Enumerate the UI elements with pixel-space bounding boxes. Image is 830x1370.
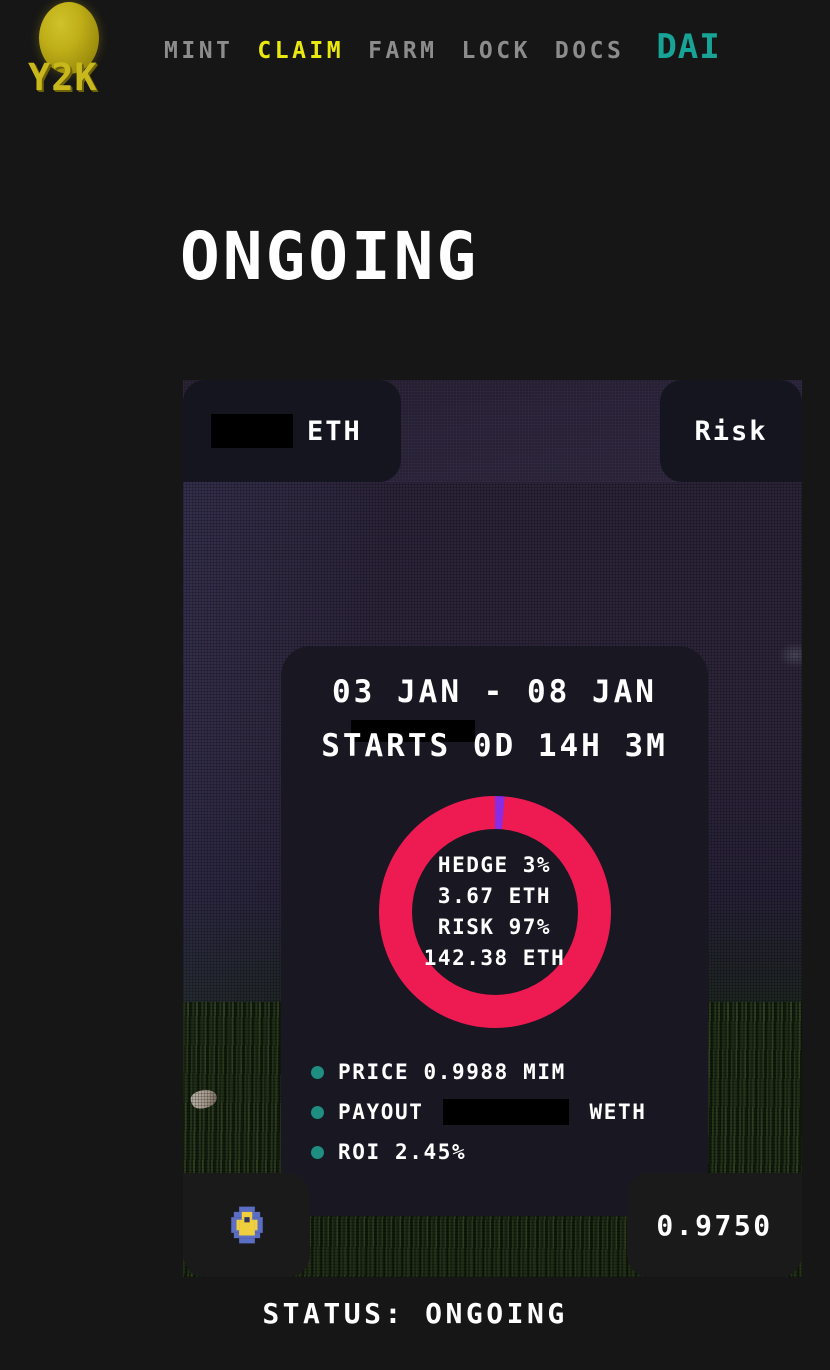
market-card: ETH Risk 03 JAN - 08 JAN STARTS 0D 14H 3…	[183, 380, 802, 1277]
status-badge: STATUS: ONGOING	[262, 1297, 568, 1330]
countdown-text: STARTS 0D 14H 3M	[321, 728, 668, 764]
donut-line-risk-amount: 142.38 ETH	[423, 946, 566, 970]
hedge-risk-donut-chart: HEDGE 3% 3.67 ETH RISK 97% 142.38 ETH	[378, 796, 611, 1028]
current-price-value: 0.9750	[656, 1208, 773, 1242]
stat-roi-label: ROI 2.45%	[338, 1140, 467, 1164]
date-range: 03 JAN - 08 JAN	[332, 674, 657, 710]
tab-risk[interactable]: Risk	[660, 380, 802, 482]
nav-item-mint[interactable]: MINT	[164, 36, 257, 66]
stat-payout-label: PAYOUT	[338, 1100, 424, 1124]
main-nav: MINT CLAIM FARM LOCK DOCS DAI	[164, 30, 721, 66]
tab-eth[interactable]: ETH	[183, 380, 401, 482]
bullet-dot-icon	[311, 1105, 324, 1119]
market-stats-list: PRICE 0.9988 MIM PAYOUT WETH ROI 2.45%	[311, 1059, 646, 1165]
nav-item-dai[interactable]: DAI	[656, 30, 720, 64]
page-title: ONGOING	[180, 218, 480, 295]
bullet-dot-icon	[311, 1065, 324, 1079]
mim-token-icon	[230, 1206, 263, 1244]
countdown-wrapper: STARTS 0D 14H 3M	[281, 720, 708, 764]
card-tab-row: ETH Risk	[183, 380, 802, 482]
tab-risk-label: Risk	[694, 415, 768, 447]
token-badge[interactable]	[183, 1173, 310, 1277]
card-body: 03 JAN - 08 JAN STARTS 0D 14H 3M HEDGE 3…	[183, 482, 802, 1277]
nav-item-lock[interactable]: LOCK	[462, 36, 555, 66]
top-header: Y2K MINT CLAIM FARM LOCK DOCS DAI	[0, 0, 830, 102]
nav-item-claim[interactable]: CLAIM	[257, 36, 368, 66]
redacted-value-payout	[443, 1099, 570, 1125]
card-background-glow	[778, 642, 802, 668]
donut-line-hedge-pct: HEDGE 3%	[437, 853, 552, 877]
nav-item-docs[interactable]: DOCS	[555, 36, 648, 66]
page-body: ONGOING ETH Risk 03 JAN - 08 JAN STARTS …	[0, 102, 830, 1370]
tab-eth-label: ETH	[307, 415, 362, 447]
stat-price-label: PRICE 0.9988 MIM	[338, 1060, 566, 1084]
stat-row-payout: PAYOUT WETH	[311, 1099, 646, 1125]
stat-row-roi: ROI 2.45%	[311, 1139, 646, 1165]
redacted-value-eth	[211, 414, 293, 448]
donut-line-risk-pct: RISK 97%	[437, 915, 552, 939]
bullet-dot-icon	[311, 1145, 324, 1159]
stat-row-price: PRICE 0.9988 MIM	[311, 1059, 646, 1085]
current-price-badge: 0.9750	[627, 1173, 802, 1277]
brand-logo[interactable]: Y2K	[20, 0, 112, 102]
donut-line-hedge-amount: 3.67 ETH	[437, 884, 552, 908]
donut-center-labels: HEDGE 3% 3.67 ETH RISK 97% 142.38 ETH	[411, 829, 578, 995]
nav-item-farm[interactable]: FARM	[368, 36, 461, 66]
market-detail-panel: 03 JAN - 08 JAN STARTS 0D 14H 3M HEDGE 3…	[281, 646, 708, 1216]
brand-wordmark: Y2K	[28, 56, 98, 99]
stat-payout-token: WETH	[589, 1100, 647, 1124]
